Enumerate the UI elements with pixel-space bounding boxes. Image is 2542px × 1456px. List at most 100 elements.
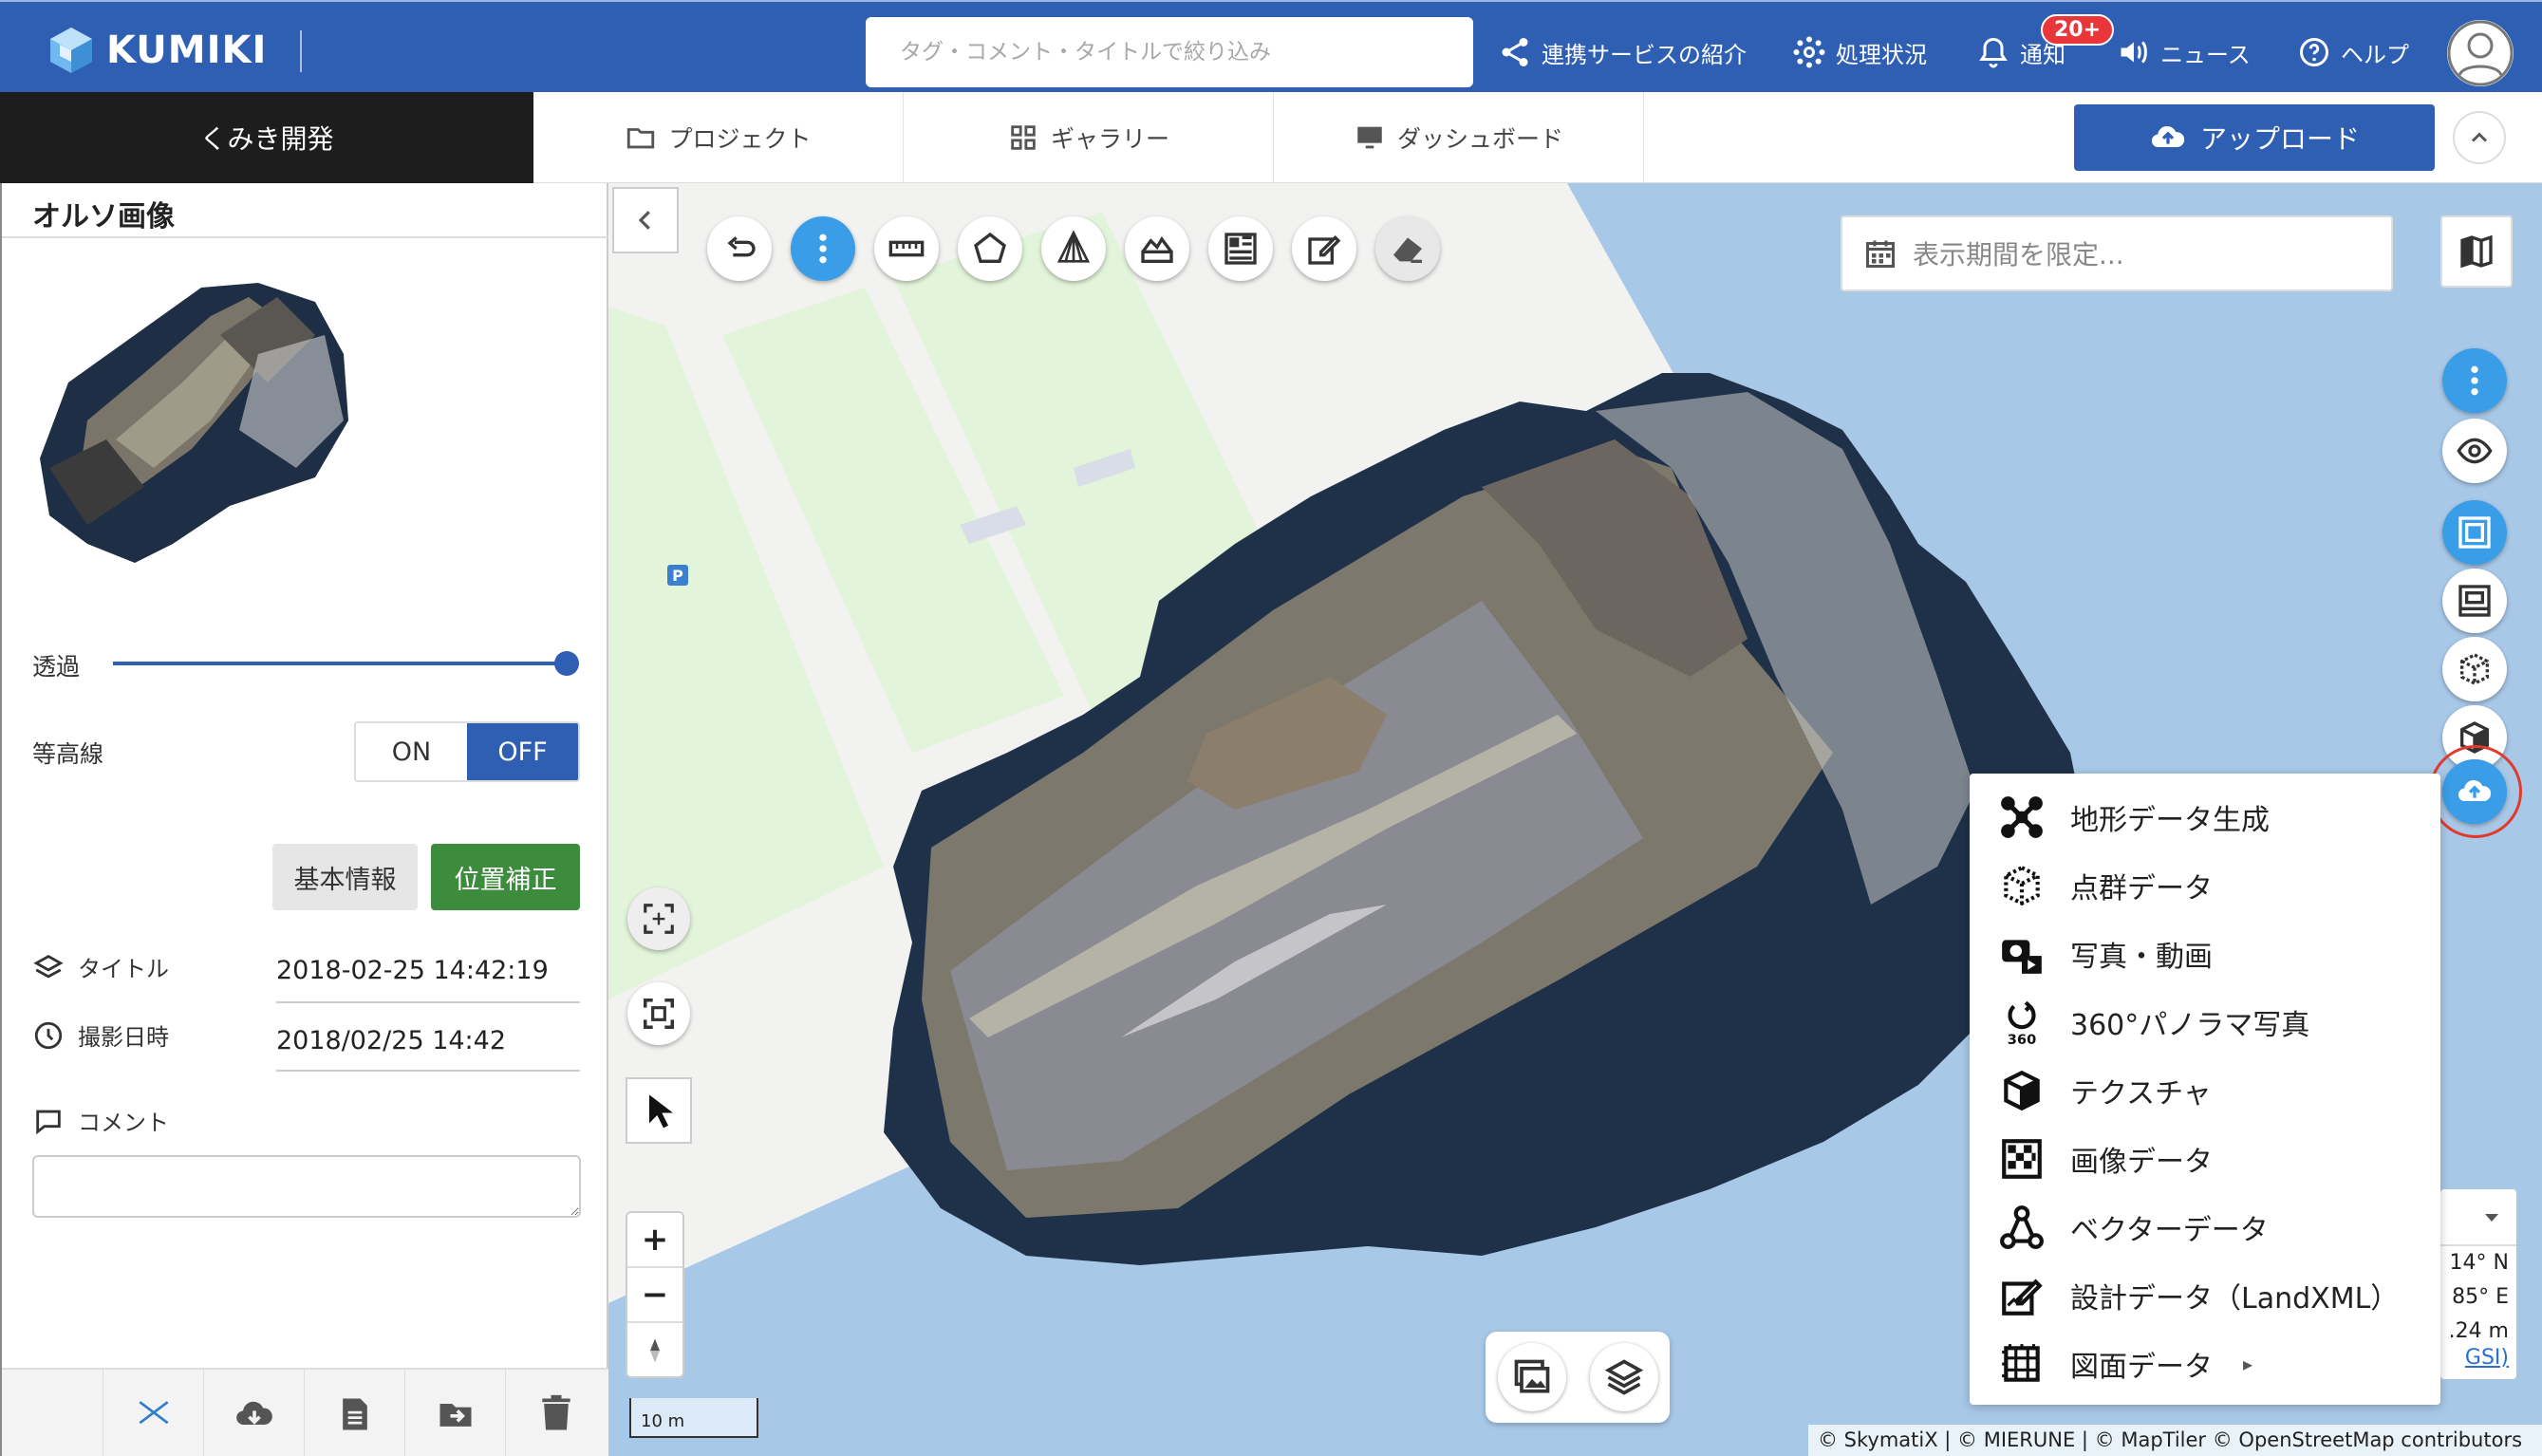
sub-navigation: くみき開発 プロジェクト ギャラリー ダッシュボード アップロード	[0, 92, 2542, 183]
help-label: ヘルプ	[2341, 41, 2409, 68]
capture-date-underline	[276, 1070, 580, 1072]
project-name[interactable]: くみき開発	[0, 92, 533, 183]
news-link[interactable]: ニュース	[2117, 28, 2251, 76]
menu-item-drawing[interactable]: 図面データ ▸	[1970, 1330, 2440, 1398]
monitor-icon	[1357, 126, 1382, 149]
kumiki-logo-icon	[50, 28, 92, 73]
logo-divider	[300, 30, 302, 72]
menu-item-terrain[interactable]: 地形データ生成	[1970, 783, 2440, 851]
delete-button[interactable]	[505, 1370, 606, 1456]
contour-off-option[interactable]: OFF	[467, 723, 578, 780]
measure-volume-tool[interactable]	[1041, 216, 1106, 281]
more-tools-button[interactable]	[791, 216, 855, 281]
opacity-slider-handle[interactable]	[554, 651, 579, 676]
compare-tool[interactable]	[1208, 216, 1273, 281]
report-button[interactable]	[304, 1370, 404, 1456]
coordinate-dropdown[interactable]	[2440, 1189, 2516, 1246]
menu-item-panorama[interactable]: 360 360°パノラマ写真	[1970, 988, 2440, 1056]
panel-title-divider	[2, 236, 608, 238]
parking-marker: P	[672, 567, 683, 585]
submenu-caret-icon: ▸	[2243, 1353, 2253, 1375]
elevation-source-link[interactable]: GSI)	[2440, 1348, 2516, 1369]
comment-row: コメント	[32, 1104, 169, 1137]
basic-info-button[interactable]: 基本情報	[272, 844, 418, 910]
trash-icon	[541, 1394, 570, 1429]
compass-icon	[650, 1338, 660, 1363]
processing-link[interactable]: 処理状況	[1792, 28, 1927, 76]
scale-bar: 10 m	[629, 1398, 758, 1438]
longitude-value: 85° E	[2452, 1285, 2509, 1309]
tab-project[interactable]: プロジェクト	[533, 92, 904, 183]
ortho-layer-button[interactable]	[2442, 500, 2507, 565]
polygon-icon	[974, 232, 1006, 263]
services-link[interactable]: 連携サービスの紹介	[1498, 28, 1747, 76]
menu-item-image-data[interactable]: 画像データ	[1970, 1125, 2440, 1193]
capture-date-value[interactable]: 2018/02/25 14:42	[276, 1026, 506, 1055]
dsm-layer-button[interactable]	[2442, 569, 2507, 633]
move-to-folder-button[interactable]	[404, 1370, 505, 1456]
zoom-to-layer-tool[interactable]	[627, 982, 690, 1045]
cloud-download-icon	[235, 1401, 272, 1425]
menu-item-photo-video[interactable]: 写真・動画	[1970, 920, 2440, 988]
zoom-out-button[interactable]: −	[627, 1268, 682, 1323]
right-menu-button[interactable]	[2442, 348, 2507, 413]
fit-extent-tool[interactable]	[627, 887, 690, 950]
edit-icon	[1308, 234, 1341, 265]
eraser-tool[interactable]	[1375, 216, 1440, 281]
scanx-export-button[interactable]	[103, 1370, 203, 1456]
vector-icon	[2000, 1205, 2044, 1249]
comment-icon	[36, 1110, 61, 1134]
date-range-filter[interactable]: 表示期間を限定...	[1841, 215, 2393, 291]
contour-on-option[interactable]: ON	[356, 723, 467, 780]
ortho-thumbnail	[40, 283, 348, 563]
title-value[interactable]: 2018-02-25 14:42:19	[276, 956, 549, 985]
user-avatar[interactable]	[2447, 20, 2514, 86]
map-view[interactable]: P 表示期間を限定... + − 10 m 14° N 85° E .24 m …	[608, 183, 2542, 1456]
menu-item-point-cloud[interactable]: 点群データ	[1970, 851, 2440, 920]
menu-item-texture[interactable]: テクスチャ	[1970, 1056, 2440, 1125]
scanx-icon	[139, 1400, 168, 1424]
folder-icon	[627, 128, 655, 149]
upload-button[interactable]: アップロード	[2074, 104, 2435, 171]
layers-icon	[33, 954, 64, 979]
opacity-slider-track[interactable]	[113, 662, 567, 665]
cloud-upload-icon	[2151, 125, 2185, 148]
menu-item-design-landxml[interactable]: 設計データ（LandXML）	[1970, 1261, 2440, 1330]
latitude-value: 14° N	[2449, 1251, 2509, 1275]
upload-highlight-ring	[2429, 745, 2522, 838]
user-icon	[2447, 20, 2514, 86]
contour-toggle[interactable]: ON OFF	[354, 721, 580, 782]
notification-badge: 20+	[2041, 14, 2115, 46]
logo[interactable]: KUMIKI	[46, 25, 267, 76]
basemap-button[interactable]	[2440, 215, 2513, 288]
contour-label: 等高線	[32, 740, 104, 768]
compass-button[interactable]	[627, 1323, 682, 1378]
undo-tool[interactable]	[707, 216, 772, 281]
tab-dashboard[interactable]: ダッシュボード	[1274, 92, 1644, 183]
visibility-button[interactable]	[2442, 419, 2507, 483]
comment-input[interactable]	[32, 1155, 581, 1218]
layer-switcher	[1486, 1332, 1670, 1423]
image-gallery-button[interactable]	[1497, 1343, 1566, 1411]
select-pointer-tool[interactable]	[626, 1077, 692, 1144]
measure-distance-tool[interactable]	[874, 216, 939, 281]
position-correction-button[interactable]: 位置補正	[431, 844, 580, 910]
download-button[interactable]	[203, 1370, 304, 1456]
menu-item-label: 360°パノラマ写真	[2070, 1009, 2310, 1042]
tab-project-label: プロジェクト	[668, 125, 812, 153]
point-cloud-layer-button[interactable]	[2442, 637, 2507, 701]
search-input[interactable]	[866, 17, 1473, 87]
zoom-in-button[interactable]: +	[627, 1213, 682, 1268]
date-range-placeholder: 表示期間を限定...	[1913, 239, 2124, 271]
help-link[interactable]: ヘルプ	[2297, 28, 2409, 76]
layers-button[interactable]	[1589, 1343, 1658, 1411]
tab-gallery[interactable]: ギャラリー	[904, 92, 1274, 183]
measure-area-tool[interactable]	[958, 216, 1022, 281]
menu-item-vector[interactable]: ベクターデータ	[1970, 1193, 2440, 1261]
annotation-tool[interactable]	[1292, 216, 1356, 281]
cross-section-tool[interactable]	[1125, 216, 1189, 281]
collapse-header-button[interactable]	[2453, 111, 2506, 164]
logo-text: KUMIKI	[106, 28, 268, 72]
collapse-panel-button[interactable]	[612, 187, 679, 253]
focus-frame-icon	[644, 999, 674, 1029]
